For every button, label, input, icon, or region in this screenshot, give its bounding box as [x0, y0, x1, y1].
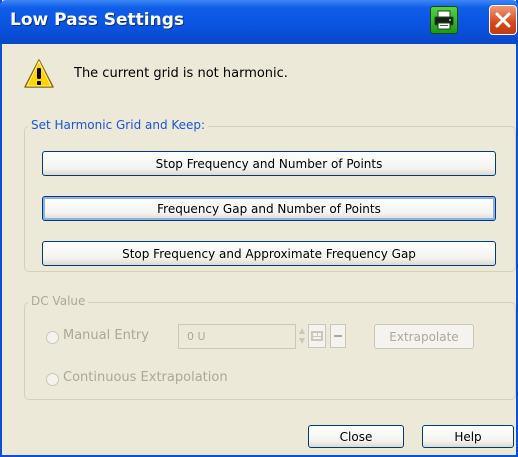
dc-value-group	[24, 302, 516, 400]
window-title: Low Pass Settings	[10, 10, 185, 30]
close-button[interactable]: Close	[308, 425, 404, 448]
continuous-extrapolation-radio[interactable]	[46, 373, 59, 386]
minus-button[interactable]	[330, 324, 346, 348]
help-button[interactable]: Help	[422, 425, 514, 448]
title-bar[interactable]: Low Pass Settings	[0, 0, 518, 44]
dc-value-spinner[interactable]	[298, 324, 306, 348]
warning-message: The current grid is not harmonic.	[74, 66, 288, 81]
window-close-button[interactable]	[489, 5, 517, 35]
manual-entry-radio[interactable]	[46, 331, 59, 344]
stop-frequency-number-of-points-button[interactable]: Stop Frequency and Number of Points	[42, 151, 496, 176]
harmonic-grid-group-label: Set Harmonic Grid and Keep:	[28, 118, 209, 132]
stop-frequency-approximate-gap-button[interactable]: Stop Frequency and Approximate Frequency…	[42, 241, 496, 266]
extrapolate-button[interactable]: Extrapolate	[374, 324, 474, 349]
continuous-extrapolation-label: Continuous Extrapolation	[63, 370, 228, 385]
dc-value-input[interactable]: 0 U	[178, 324, 296, 349]
unit-selector-button[interactable]	[308, 324, 326, 348]
printer-button[interactable]	[430, 6, 458, 34]
dc-value-group-label: DC Value	[28, 294, 89, 308]
grid-icon	[309, 331, 325, 351]
low-pass-settings-dialog: Low Pass Settings The current grid is no…	[0, 0, 518, 457]
manual-entry-label: Manual Entry	[63, 328, 149, 343]
minus-icon	[331, 332, 345, 351]
frequency-gap-number-of-points-button[interactable]: Frequency Gap and Number of Points	[42, 196, 496, 221]
warning-icon	[24, 58, 54, 90]
